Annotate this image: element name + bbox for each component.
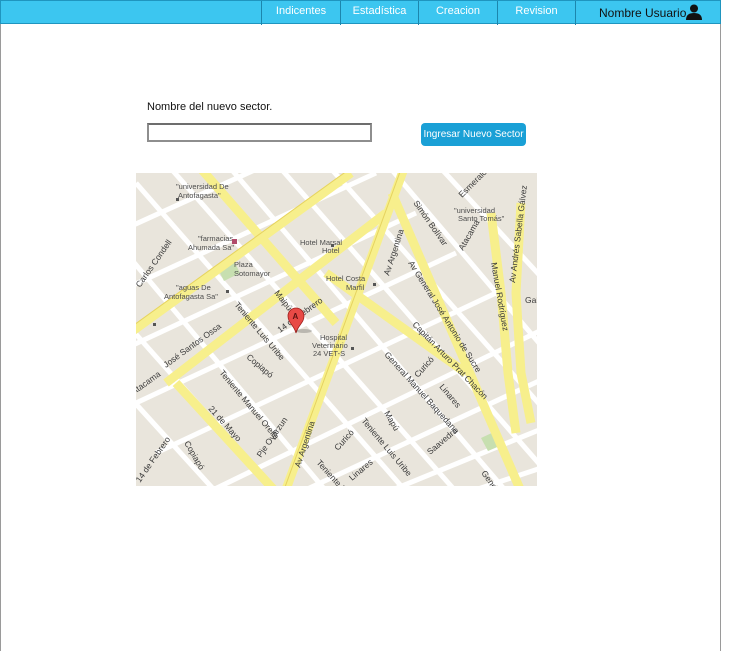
poi-label: Sotomayor bbox=[234, 269, 271, 278]
poi-label: Antofagasta" bbox=[178, 191, 221, 200]
map-canvas: "universidad De Antofagasta" "farmacias … bbox=[136, 173, 537, 486]
sector-name-label: Nombre del nuevo sector. bbox=[147, 101, 273, 113]
poi-label: Antofagasta Sa" bbox=[164, 292, 218, 301]
map-marker-label: A bbox=[293, 312, 299, 321]
user-name: Nombre Usuario bbox=[599, 6, 687, 20]
poi-label: Hotel bbox=[322, 246, 340, 255]
poi-label: 24 VET-S bbox=[313, 349, 345, 358]
top-nav-bar: Indicentes Estadística Creacion Sector R… bbox=[0, 0, 722, 38]
nav-item-creacion-sector[interactable]: Creacion Sector bbox=[418, 1, 497, 38]
poi-label: Santo Tomás" bbox=[458, 214, 505, 223]
user-icon bbox=[686, 4, 702, 20]
sector-name-input[interactable] bbox=[147, 123, 372, 142]
map-view[interactable]: "universidad De Antofagasta" "farmacias … bbox=[136, 173, 537, 486]
submit-new-sector-button[interactable]: Ingresar Nuevo Sector bbox=[421, 123, 526, 146]
poi-label: Ahumada Sa" bbox=[188, 243, 234, 252]
nav-item-estadistica[interactable]: Estadística bbox=[340, 1, 418, 25]
poi-label: Marfil bbox=[346, 283, 365, 292]
poi-label: "universidad De bbox=[176, 182, 229, 191]
poi-label: Plaza bbox=[234, 260, 254, 269]
user-menu[interactable]: Nombre Usuario bbox=[575, 1, 722, 25]
nav-item-revision-sector[interactable]: Revision Sector bbox=[497, 1, 575, 38]
poi-label: "aguas De bbox=[176, 283, 211, 292]
nav-item-incidentes[interactable]: Indicentes bbox=[261, 1, 340, 25]
street-label: Gal bbox=[525, 295, 537, 305]
poi-label: "farmacias bbox=[198, 234, 233, 243]
poi-label: Hotel Costa bbox=[326, 274, 366, 283]
